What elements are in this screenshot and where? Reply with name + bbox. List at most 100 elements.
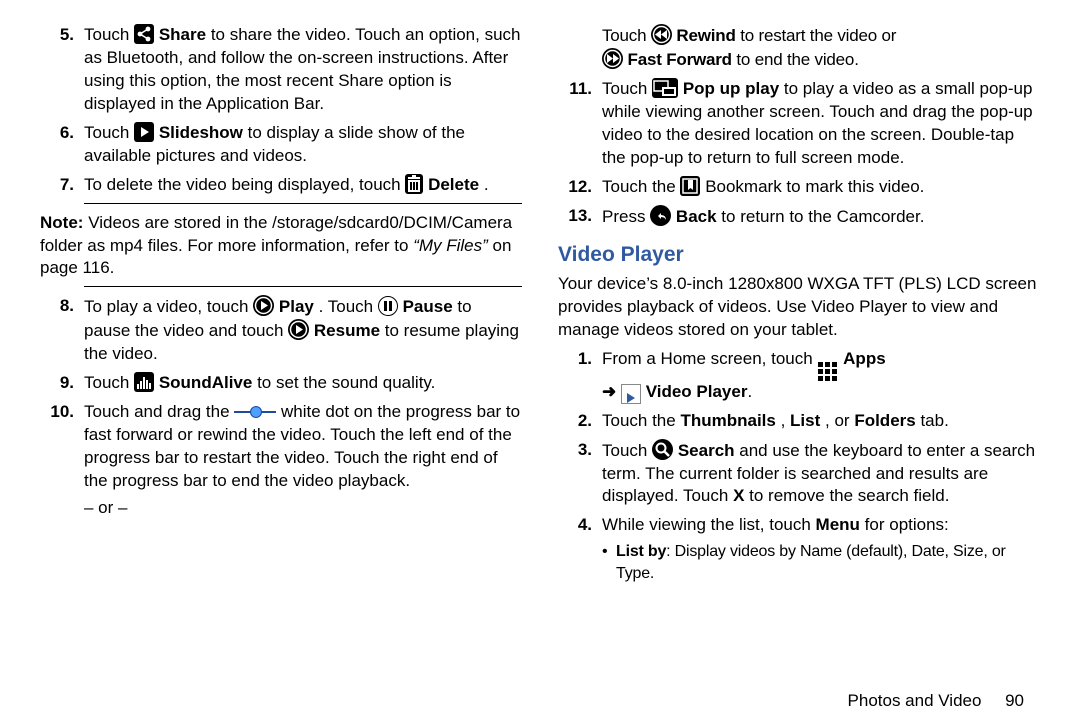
back-label: Back [676, 207, 717, 226]
step-11: 11. Touch Pop up play to play a video as… [558, 78, 1040, 170]
text: Press [602, 207, 650, 226]
vp-step-4: 4. While viewing the list, touch Menu fo… [558, 514, 1040, 584]
pause-icon [378, 296, 398, 316]
text: to set the sound quality. [257, 373, 435, 392]
step-body: Touch Share to share the video. Touch an… [84, 24, 522, 116]
step-number: 8. [40, 295, 84, 366]
back-icon [650, 205, 671, 226]
play-label: Play [279, 297, 314, 316]
step-number: 5. [40, 24, 84, 116]
rewind-icon [651, 24, 672, 45]
text: Touch the [602, 411, 680, 430]
text: . Touch [319, 297, 378, 316]
step-10: 10. Touch and drag the white dot on the … [40, 401, 522, 520]
bullet-body: List by: Display videos by Name (default… [616, 541, 1040, 584]
step-12: 12. Touch the Bookmark to mark this vide… [558, 176, 1040, 199]
footer-section: Photos and Video [848, 691, 982, 710]
step-body: While viewing the list, touch Menu for o… [602, 514, 1040, 584]
text: to restart the video or [740, 26, 896, 45]
step-number: 3. [558, 439, 602, 509]
text: . [484, 175, 489, 194]
rewind-ff-block: Touch Rewind to restart the video or Fas… [558, 24, 1040, 72]
note-label: Note: [40, 213, 83, 232]
videoplayer-label: Video Player [646, 382, 748, 401]
note-block: Note: Videos are stored in the /storage/… [40, 212, 522, 281]
resume-label: Resume [314, 321, 380, 340]
text: Touch [84, 25, 134, 44]
step-body: Touch SoundAlive to set the sound qualit… [84, 372, 522, 395]
step-body: Touch Rewind to restart the video or Fas… [602, 24, 1040, 72]
slideshow-label: Slideshow [159, 123, 243, 142]
step-number: 9. [40, 372, 84, 395]
step-body: Touch the Bookmark to mark this video. [602, 176, 1040, 199]
folders-label: Folders [854, 411, 915, 430]
text: for options: [865, 515, 949, 534]
step-13: 13. Press Back to return to the Camcorde… [558, 205, 1040, 229]
or-separator: – or – [84, 497, 522, 520]
step-body: To play a video, touch Play . Touch Paus… [84, 295, 522, 366]
delete-label: Delete [428, 175, 479, 194]
note-ref: “My Files” [413, 236, 488, 255]
step-body: To delete the video being displayed, tou… [84, 174, 522, 197]
text: to return to the Camcorder. [721, 207, 924, 226]
text: : Display videos by Name (default), Date… [616, 543, 1006, 582]
vp-step-1: 1. From a Home screen, touch Apps ➜ Vide… [558, 348, 1040, 404]
arrow-icon: ➜ [602, 382, 621, 401]
share-label: Share [159, 25, 206, 44]
resume-icon [288, 319, 309, 340]
step-number: 12. [558, 176, 602, 199]
list-label: List [790, 411, 820, 430]
popup-play-label: Pop up play [683, 79, 779, 98]
text: Touch [84, 123, 134, 142]
text: Touch [84, 373, 134, 392]
text: Touch the [602, 177, 680, 196]
bookmark-icon [680, 176, 700, 196]
step-body: Touch Slideshow to display a slide show … [84, 122, 522, 168]
vp-step-3: 3. Touch Search and use the keyboard to … [558, 439, 1040, 509]
page-footer: Photos and Video 90 [0, 690, 1080, 713]
step-number: 7. [40, 174, 84, 197]
step-number: 1. [558, 348, 602, 404]
step-9: 9. Touch SoundAlive to set the sound qua… [40, 372, 522, 395]
divider [84, 203, 522, 204]
search-label: Search [678, 441, 735, 460]
bullet: • [602, 541, 616, 584]
text: To play a video, touch [84, 297, 253, 316]
step-body: From a Home screen, touch Apps ➜ Video P… [602, 348, 1040, 404]
bullet-item: • List by: Display videos by Name (defau… [602, 541, 1040, 584]
share-icon [134, 24, 154, 44]
step-number: 2. [558, 410, 602, 433]
section-intro: Your device’s 8.0-inch 1280x800 WXGA TFT… [558, 273, 1040, 342]
manual-page: 5. Touch Share to share the video. Touch… [0, 0, 1080, 690]
step-number: 13. [558, 205, 602, 229]
text: Touch and drag the [84, 402, 234, 421]
text: While viewing the list, touch [602, 515, 816, 534]
vp-step-2: 2. Touch the Thumbnails , List , or Fold… [558, 410, 1040, 433]
fastforward-label: Fast Forward [628, 50, 732, 69]
text: to end the video. [736, 50, 858, 69]
listby-label: List by [616, 543, 666, 560]
search-icon [652, 439, 673, 460]
soundalive-icon [134, 372, 154, 392]
step-number: 11. [558, 78, 602, 170]
step-5: 5. Touch Share to share the video. Touch… [40, 24, 522, 116]
step-body: Touch the Thumbnails , List , or Folders… [602, 410, 1040, 433]
step-body: Press Back to return to the Camcorder. [602, 205, 1040, 229]
text: Bookmark to mark this video. [705, 177, 924, 196]
x-label: X [733, 486, 744, 505]
text: , or [825, 411, 854, 430]
slideshow-icon [134, 122, 154, 142]
apps-label: Apps [843, 349, 886, 368]
rewind-label: Rewind [676, 26, 735, 45]
text: To delete the video being displayed, tou… [84, 175, 405, 194]
step-body: Touch Search and use the keyboard to ent… [602, 439, 1040, 509]
text: Touch [602, 79, 652, 98]
soundalive-label: SoundAlive [159, 373, 253, 392]
left-column: 5. Touch Share to share the video. Touch… [40, 20, 540, 680]
pause-label: Pause [403, 297, 453, 316]
spacer [558, 24, 602, 72]
step-8: 8. To play a video, touch Play . Touch P… [40, 295, 522, 366]
footer-page: 90 [1005, 691, 1024, 710]
text: Touch [602, 441, 652, 460]
step-7: 7. To delete the video being displayed, … [40, 174, 522, 197]
